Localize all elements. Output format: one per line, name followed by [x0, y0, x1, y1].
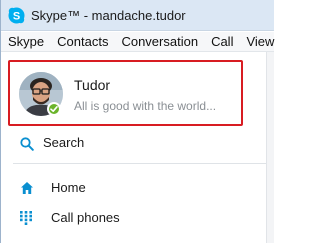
dialpad-icon	[20, 211, 32, 230]
profile-name: Tudor	[74, 77, 111, 93]
menu-skype[interactable]: Skype	[1, 32, 44, 52]
menu-call[interactable]: Call	[205, 32, 233, 52]
menu-bar: Skype Contacts Conversation Call View	[1, 32, 274, 52]
menu-conversation[interactable]: Conversation	[115, 32, 198, 52]
mood-message[interactable]: All is good with the world...	[74, 99, 216, 113]
title-bar[interactable]: S Skype™ - mandache.tudor	[1, 0, 274, 31]
menu-contacts[interactable]: Contacts	[51, 32, 108, 52]
search-button[interactable]: Search	[1, 131, 266, 157]
nav-item-home[interactable]: Home	[1, 176, 266, 200]
svg-text:S: S	[13, 11, 20, 23]
scrollbar[interactable]	[266, 52, 274, 243]
skype-icon[interactable]: S	[8, 7, 25, 24]
profile-card[interactable]: Tudor All is good with the world...	[8, 60, 243, 126]
divider	[13, 163, 266, 164]
nav-label-call-phones: Call phones	[51, 210, 120, 225]
nav-label-home: Home	[51, 180, 86, 195]
search-label: Search	[43, 135, 85, 150]
menu-view[interactable]: View	[240, 32, 274, 52]
nav-item-call-phones[interactable]: Call phones	[1, 206, 266, 230]
window-title: Skype™ - mandache.tudor	[31, 8, 186, 23]
status-online-badge	[47, 102, 61, 116]
search-icon	[20, 137, 34, 156]
home-icon	[20, 181, 34, 200]
checkmark-icon	[50, 106, 58, 112]
skype-window: S Skype™ - mandache.tudor Skype Contacts…	[0, 0, 274, 243]
